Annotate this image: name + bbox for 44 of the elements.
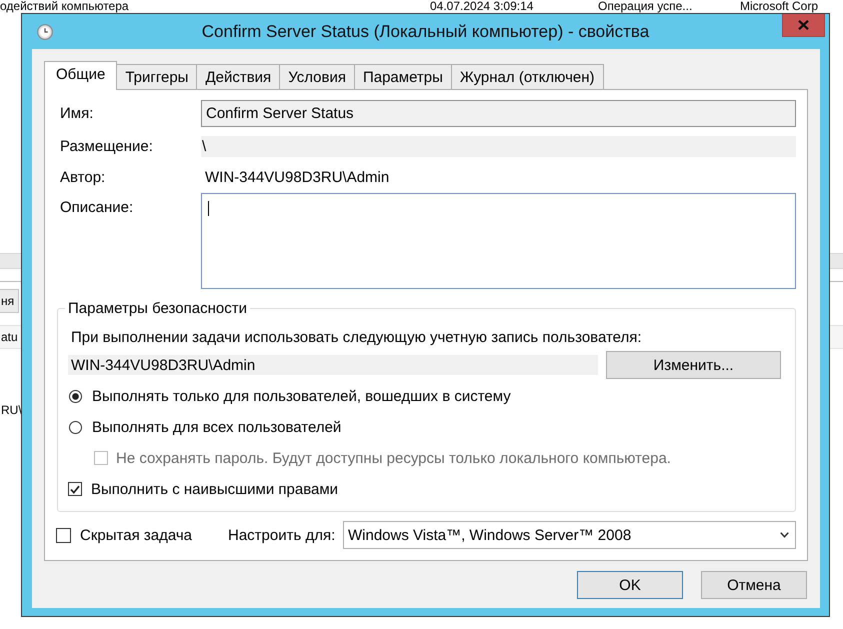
text-cursor (208, 201, 209, 216)
text-area[interactable] (201, 193, 796, 289)
field-label: Размещение: (60, 138, 154, 155)
clock-icon (37, 24, 53, 40)
tab[interactable]: Параметры (354, 64, 452, 89)
tab[interactable]: Общие (44, 61, 118, 90)
close-icon (798, 20, 809, 30)
radio-label[interactable]: Выполнять только для пользователей, вошедших в систему (92, 388, 511, 404)
account-field: WIN-344VU98D3RU\Admin (68, 355, 598, 375)
column-header[interactable]: ня (0, 289, 19, 313)
dropdown[interactable]: Windows Vista™, Windows Server™ 2008 (343, 521, 796, 549)
checkbox[interactable] (68, 482, 82, 496)
field-label: Автор: (60, 168, 106, 186)
field-label: Имя: (60, 105, 94, 122)
field-label: Описание: (60, 198, 134, 216)
text-field[interactable]: Confirm Server Status (201, 100, 796, 127)
checkmark-icon (70, 484, 80, 494)
radio-button[interactable] (69, 420, 82, 434)
tab[interactable]: Триггеры (116, 64, 198, 89)
close-button[interactable] (782, 14, 825, 37)
table-cell: atu (0, 330, 18, 344)
checkbox-label[interactable]: Выполнить с наивысшими правами (91, 480, 338, 498)
field-value: WIN-344VU98D3RU\Admin (204, 168, 390, 188)
readonly-field: \ (201, 136, 796, 157)
tab[interactable]: Журнал (отключен) (450, 64, 604, 89)
window-title: Confirm Server Status (Локальный компьютер) - свойства (202, 22, 650, 42)
table-cell-text: одействий компьютера (0, 0, 130, 13)
table-cell: RU\ (0, 403, 22, 417)
tab[interactable]: Действия (196, 64, 280, 89)
checkbox-label[interactable]: Скрытая задача (80, 526, 192, 544)
table-cell-text: 04.07.2024 3:09:14 (430, 0, 534, 13)
change-button[interactable]: Изменить... (606, 351, 781, 379)
dialog-button[interactable]: OK (577, 571, 683, 599)
chevron-down-icon (780, 532, 789, 538)
group-title: Параметры безопасности (67, 300, 248, 317)
field-label: Настроить для: (228, 526, 336, 544)
table-cell-text: Операция успе... (598, 0, 694, 13)
dialog-button[interactable]: Отмена (701, 571, 807, 599)
account-prompt: При выполнении задачи использовать следующую учетную запись пользователя: (70, 329, 643, 346)
table-cell-text: Microsoft Corp (740, 0, 820, 13)
radio-button[interactable] (69, 390, 82, 402)
tab[interactable]: Условия (279, 64, 355, 89)
checkbox[interactable] (56, 528, 71, 542)
radio-label[interactable]: Выполнять для всех пользователей (92, 418, 342, 436)
